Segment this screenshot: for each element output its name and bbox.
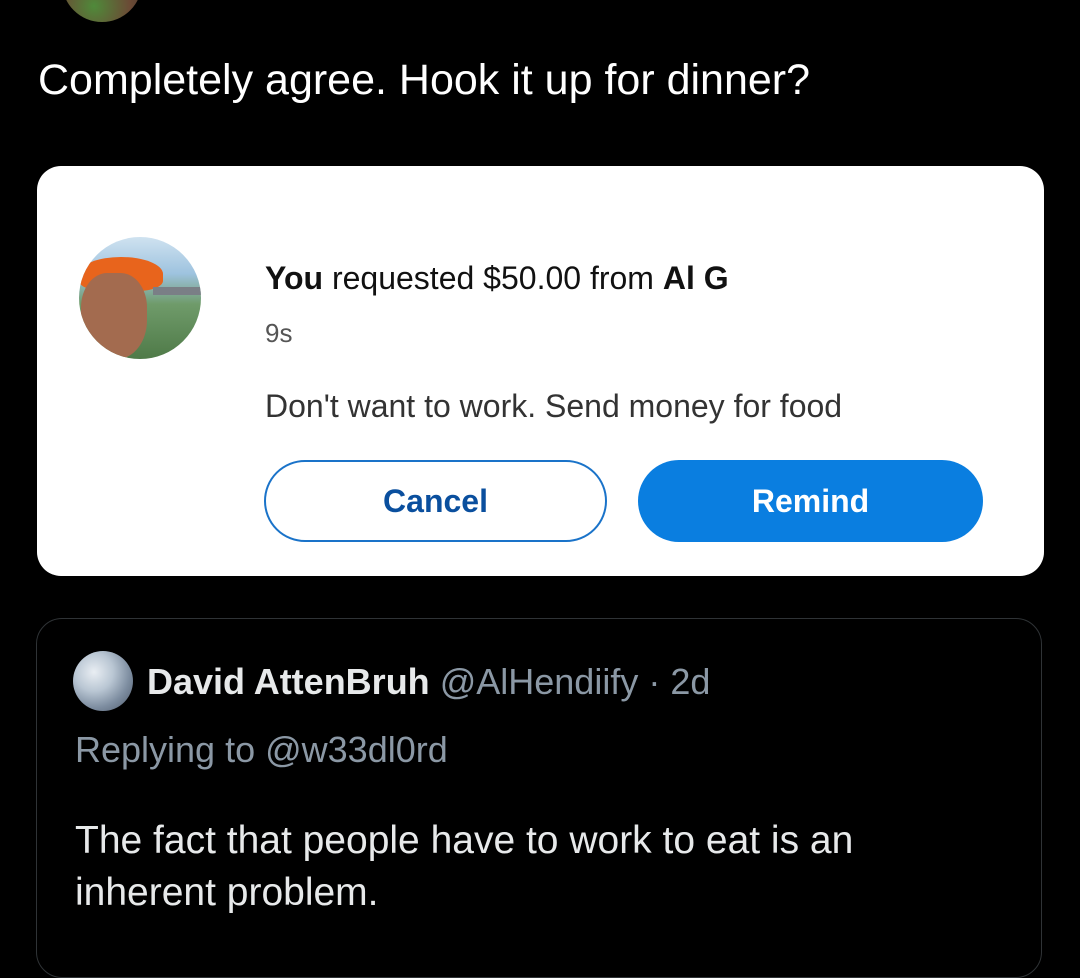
remind-button[interactable]: Remind xyxy=(638,460,983,542)
quoted-author-avatar[interactable] xyxy=(73,651,133,711)
request-title: You requested $50.00 from Al G xyxy=(265,258,729,298)
replying-to-mention[interactable]: @w33dl0rd xyxy=(265,729,448,770)
request-recipient-name: Al G xyxy=(662,260,729,296)
quoted-tweet-text: The fact that people have to work to eat… xyxy=(75,819,854,914)
request-title-amount: requested $50.00 from xyxy=(323,260,663,296)
quoted-tweet-age[interactable]: 2d xyxy=(670,661,710,702)
quoted-tweet-header: David AttenBruh @AlHendiify · 2d xyxy=(147,659,710,705)
quoted-author-name[interactable]: David AttenBruh xyxy=(147,661,430,702)
request-note: Don't want to work. Send money for food xyxy=(265,388,843,424)
recipient-avatar xyxy=(79,237,201,359)
quoted-author-handle[interactable]: @AlHendiify xyxy=(440,661,639,702)
request-title-you: You xyxy=(265,260,324,296)
replying-to-line: Replying to @w33dl0rd xyxy=(75,727,448,773)
replying-to-label: Replying to xyxy=(75,729,266,770)
avatar-face xyxy=(81,273,147,359)
avatar-background xyxy=(153,287,201,295)
author-avatar[interactable] xyxy=(62,0,142,22)
header-separator: · xyxy=(648,661,661,702)
request-timestamp: 9s xyxy=(265,318,293,348)
tweet-text: Completely agree. Hook it up for dinner? xyxy=(38,56,811,104)
payment-request-card: You requested $50.00 from Al G 9s Don't … xyxy=(37,166,1044,576)
quoted-tweet[interactable]: David AttenBruh @AlHendiify · 2d Replyin… xyxy=(36,618,1042,978)
cancel-button[interactable]: Cancel xyxy=(264,460,607,542)
